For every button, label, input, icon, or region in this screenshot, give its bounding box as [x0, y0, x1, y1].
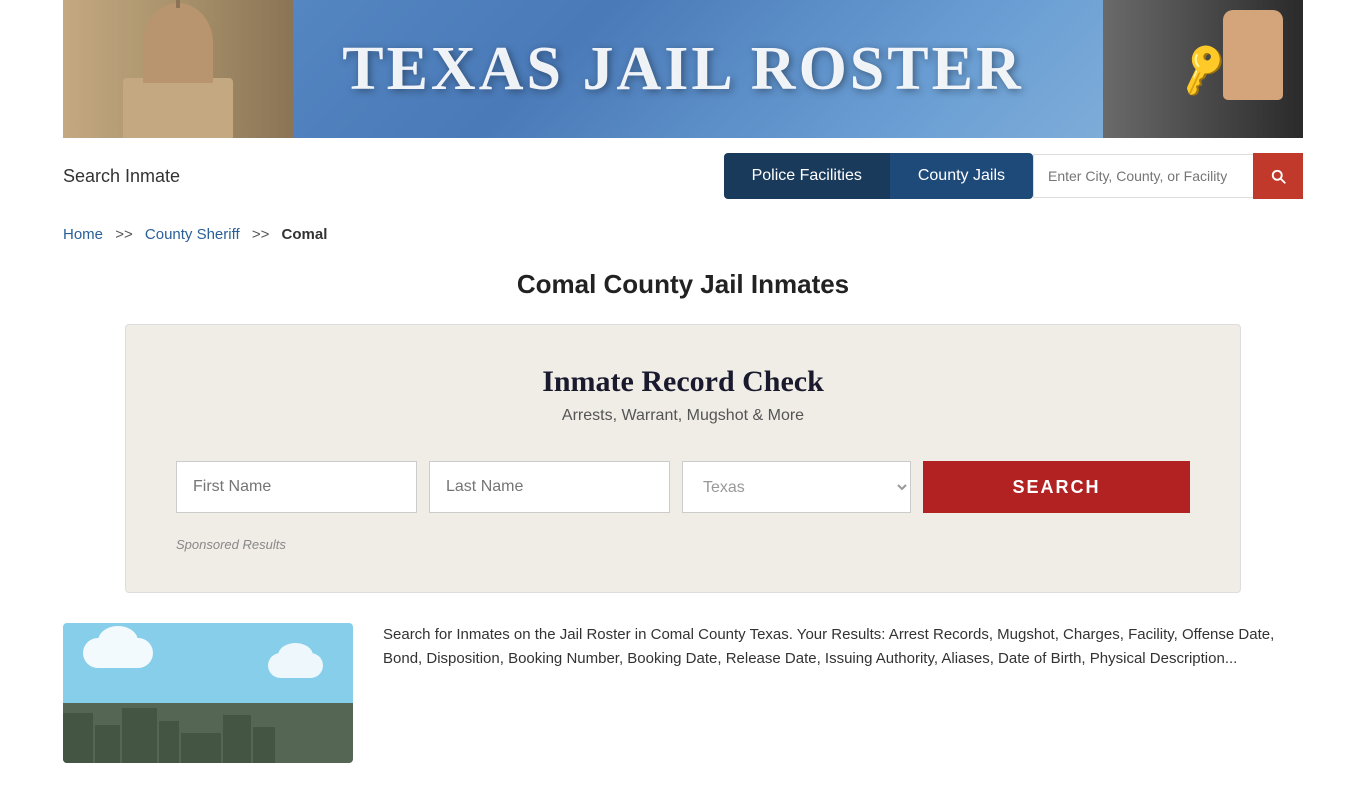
- breadcrumb: Home >> County Sheriff >> Comal: [63, 214, 1303, 259]
- site-title: Texas Jail Roster: [342, 34, 1024, 105]
- breadcrumb-sep-1: >>: [115, 226, 133, 243]
- nav-right: Police Facilities County Jails: [724, 153, 1303, 199]
- county-jails-button[interactable]: County Jails: [890, 153, 1033, 199]
- first-name-input[interactable]: [176, 461, 417, 513]
- search-icon: [1269, 167, 1287, 185]
- inmate-search-area: Inmate Record Check Arrests, Warrant, Mu…: [125, 324, 1241, 593]
- inmate-search-button[interactable]: SEARCH: [923, 461, 1190, 513]
- capitol-image: [63, 0, 293, 138]
- sponsored-label: Sponsored Results: [176, 537, 1190, 552]
- inmate-search-subtitle: Arrests, Warrant, Mugshot & More: [176, 407, 1190, 425]
- breadcrumb-current: Comal: [282, 226, 328, 243]
- inmate-search-title: Inmate Record Check: [176, 365, 1190, 399]
- facility-search-input[interactable]: [1033, 154, 1253, 198]
- header-banner: 🔑 Texas Jail Roster: [63, 0, 1303, 138]
- nav-bar: Search Inmate Police Facilities County J…: [63, 138, 1303, 214]
- page-title: Comal County Jail Inmates: [0, 269, 1366, 300]
- search-inmate-label: Search Inmate: [63, 166, 180, 187]
- bottom-image: [63, 623, 353, 763]
- breadcrumb-sep-2: >>: [252, 226, 270, 243]
- breadcrumb-home[interactable]: Home: [63, 226, 103, 243]
- capitol-dome-spire: [176, 0, 180, 8]
- capitol-dome-base: [123, 78, 233, 138]
- cloud-1: [83, 638, 153, 668]
- facility-search-button[interactable]: [1253, 153, 1303, 199]
- search-form-row: AlabamaAlaskaArizonaArkansasCaliforniaCo…: [176, 461, 1190, 513]
- police-facilities-button[interactable]: Police Facilities: [724, 153, 890, 199]
- bottom-description: Search for Inmates on the Jail Roster in…: [383, 623, 1303, 763]
- cloud-2: [268, 653, 323, 678]
- state-select[interactable]: AlabamaAlaskaArizonaArkansasCaliforniaCo…: [682, 461, 911, 513]
- breadcrumb-county-sheriff[interactable]: County Sheriff: [145, 226, 240, 243]
- last-name-input[interactable]: [429, 461, 670, 513]
- hand-image: [1223, 10, 1283, 100]
- capitol-dome-top: [143, 3, 213, 83]
- header-right-image: 🔑: [1103, 0, 1303, 138]
- building-silhouette: [63, 703, 353, 763]
